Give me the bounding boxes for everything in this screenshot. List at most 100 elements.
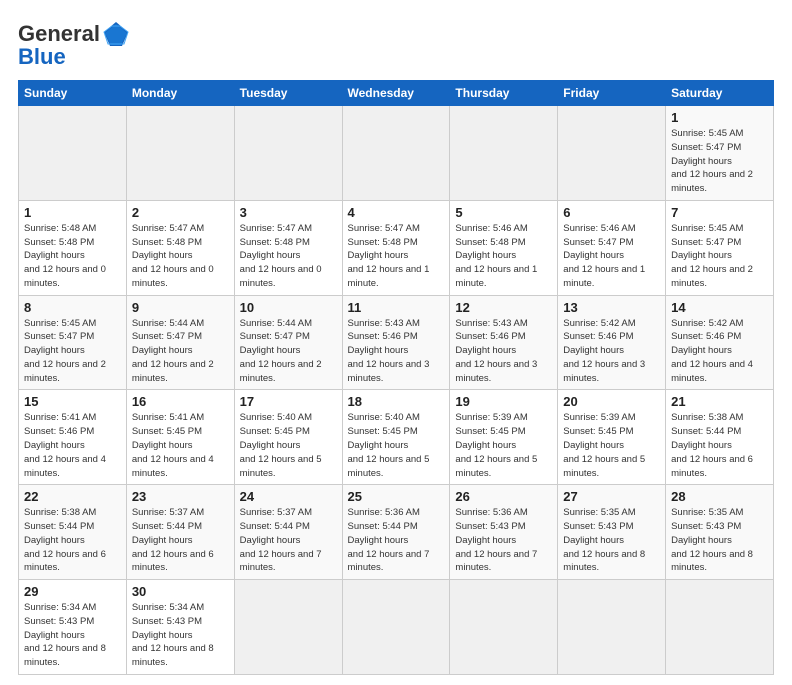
calendar-cell: 19 Sunrise: 5:39 AMSunset: 5:45 PMDaylig…: [450, 390, 558, 485]
calendar-cell: 10 Sunrise: 5:44 AMSunset: 5:47 PMDaylig…: [234, 295, 342, 390]
calendar-cell: 18 Sunrise: 5:40 AMSunset: 5:45 PMDaylig…: [342, 390, 450, 485]
day-number: 8: [24, 300, 121, 315]
calendar-cell: 21 Sunrise: 5:38 AMSunset: 5:44 PMDaylig…: [666, 390, 774, 485]
day-number: 15: [24, 394, 121, 409]
weekday-thursday: Thursday: [450, 81, 558, 106]
day-info: Sunrise: 5:43 AMSunset: 5:46 PMDaylight …: [348, 318, 430, 384]
calendar-cell: [234, 580, 342, 675]
weekday-sunday: Sunday: [19, 81, 127, 106]
calendar-cell: 27 Sunrise: 5:35 AMSunset: 5:43 PMDaylig…: [558, 485, 666, 580]
calendar-cell: 4 Sunrise: 5:47 AMSunset: 5:48 PMDayligh…: [342, 200, 450, 295]
day-info: Sunrise: 5:46 AMSunset: 5:48 PMDaylight …: [455, 223, 537, 289]
calendar-cell: 9 Sunrise: 5:44 AMSunset: 5:47 PMDayligh…: [126, 295, 234, 390]
calendar-cell: 13 Sunrise: 5:42 AMSunset: 5:46 PMDaylig…: [558, 295, 666, 390]
day-info: Sunrise: 5:40 AMSunset: 5:45 PMDaylight …: [240, 412, 322, 478]
day-info: Sunrise: 5:48 AMSunset: 5:48 PMDaylight …: [24, 223, 106, 289]
calendar-cell: 6 Sunrise: 5:46 AMSunset: 5:47 PMDayligh…: [558, 200, 666, 295]
day-number: 28: [671, 489, 768, 504]
calendar-cell: 12 Sunrise: 5:43 AMSunset: 5:46 PMDaylig…: [450, 295, 558, 390]
calendar-cell: 7 Sunrise: 5:45 AMSunset: 5:47 PMDayligh…: [666, 200, 774, 295]
calendar-cell: 5 Sunrise: 5:46 AMSunset: 5:48 PMDayligh…: [450, 200, 558, 295]
calendar-cell: 1 Sunrise: 5:45 AMSunset: 5:47 PMDayligh…: [666, 106, 774, 201]
day-number: 14: [671, 300, 768, 315]
calendar-cell: 11 Sunrise: 5:43 AMSunset: 5:46 PMDaylig…: [342, 295, 450, 390]
calendar-cell: 15 Sunrise: 5:41 AMSunset: 5:46 PMDaylig…: [19, 390, 127, 485]
day-number: 1: [671, 110, 768, 125]
day-info: Sunrise: 5:37 AMSunset: 5:44 PMDaylight …: [240, 507, 322, 573]
day-info: Sunrise: 5:45 AMSunset: 5:47 PMDaylight …: [671, 128, 753, 194]
calendar-cell: 14 Sunrise: 5:42 AMSunset: 5:46 PMDaylig…: [666, 295, 774, 390]
week-row-4: 22 Sunrise: 5:38 AMSunset: 5:44 PMDaylig…: [19, 485, 774, 580]
calendar-cell: 16 Sunrise: 5:41 AMSunset: 5:45 PMDaylig…: [126, 390, 234, 485]
day-number: 24: [240, 489, 337, 504]
day-info: Sunrise: 5:37 AMSunset: 5:44 PMDaylight …: [132, 507, 214, 573]
day-number: 1: [24, 205, 121, 220]
day-number: 6: [563, 205, 660, 220]
calendar-cell: 17 Sunrise: 5:40 AMSunset: 5:45 PMDaylig…: [234, 390, 342, 485]
calendar-cell: 30 Sunrise: 5:34 AMSunset: 5:43 PMDaylig…: [126, 580, 234, 675]
day-info: Sunrise: 5:47 AMSunset: 5:48 PMDaylight …: [132, 223, 214, 289]
day-number: 18: [348, 394, 445, 409]
day-info: Sunrise: 5:45 AMSunset: 5:47 PMDaylight …: [671, 223, 753, 289]
calendar-cell: [558, 580, 666, 675]
day-number: 29: [24, 584, 121, 599]
calendar-cell: 3 Sunrise: 5:47 AMSunset: 5:48 PMDayligh…: [234, 200, 342, 295]
day-info: Sunrise: 5:36 AMSunset: 5:43 PMDaylight …: [455, 507, 537, 573]
day-number: 10: [240, 300, 337, 315]
day-number: 21: [671, 394, 768, 409]
calendar-cell: [342, 580, 450, 675]
day-info: Sunrise: 5:35 AMSunset: 5:43 PMDaylight …: [671, 507, 753, 573]
day-number: 13: [563, 300, 660, 315]
day-number: 12: [455, 300, 552, 315]
day-number: 16: [132, 394, 229, 409]
logo-icon: [100, 18, 132, 50]
day-number: 26: [455, 489, 552, 504]
day-info: Sunrise: 5:41 AMSunset: 5:46 PMDaylight …: [24, 412, 106, 478]
day-info: Sunrise: 5:44 AMSunset: 5:47 PMDaylight …: [132, 318, 214, 384]
day-info: Sunrise: 5:41 AMSunset: 5:45 PMDaylight …: [132, 412, 214, 478]
day-number: 19: [455, 394, 552, 409]
calendar-body: 1 Sunrise: 5:45 AMSunset: 5:47 PMDayligh…: [19, 106, 774, 675]
day-number: 17: [240, 394, 337, 409]
calendar-cell: [450, 106, 558, 201]
day-number: 5: [455, 205, 552, 220]
day-info: Sunrise: 5:35 AMSunset: 5:43 PMDaylight …: [563, 507, 645, 573]
day-info: Sunrise: 5:46 AMSunset: 5:47 PMDaylight …: [563, 223, 645, 289]
day-number: 2: [132, 205, 229, 220]
day-info: Sunrise: 5:43 AMSunset: 5:46 PMDaylight …: [455, 318, 537, 384]
page: General Blue SundayMondayTuesdayWednesda…: [0, 0, 792, 685]
week-row-3: 15 Sunrise: 5:41 AMSunset: 5:46 PMDaylig…: [19, 390, 774, 485]
day-info: Sunrise: 5:42 AMSunset: 5:46 PMDaylight …: [671, 318, 753, 384]
calendar-cell: 2 Sunrise: 5:47 AMSunset: 5:48 PMDayligh…: [126, 200, 234, 295]
weekday-tuesday: Tuesday: [234, 81, 342, 106]
calendar-cell: 26 Sunrise: 5:36 AMSunset: 5:43 PMDaylig…: [450, 485, 558, 580]
day-info: Sunrise: 5:39 AMSunset: 5:45 PMDaylight …: [455, 412, 537, 478]
weekday-header-row: SundayMondayTuesdayWednesdayThursdayFrid…: [19, 81, 774, 106]
day-number: 30: [132, 584, 229, 599]
calendar-cell: [19, 106, 127, 201]
calendar-cell: 20 Sunrise: 5:39 AMSunset: 5:45 PMDaylig…: [558, 390, 666, 485]
day-info: Sunrise: 5:44 AMSunset: 5:47 PMDaylight …: [240, 318, 322, 384]
day-info: Sunrise: 5:45 AMSunset: 5:47 PMDaylight …: [24, 318, 106, 384]
calendar-cell: 22 Sunrise: 5:38 AMSunset: 5:44 PMDaylig…: [19, 485, 127, 580]
calendar-cell: 25 Sunrise: 5:36 AMSunset: 5:44 PMDaylig…: [342, 485, 450, 580]
calendar-cell: [342, 106, 450, 201]
day-number: 4: [348, 205, 445, 220]
day-info: Sunrise: 5:39 AMSunset: 5:45 PMDaylight …: [563, 412, 645, 478]
calendar-cell: 8 Sunrise: 5:45 AMSunset: 5:47 PMDayligh…: [19, 295, 127, 390]
logo: General Blue: [18, 18, 132, 70]
header: General Blue: [18, 18, 774, 70]
day-info: Sunrise: 5:36 AMSunset: 5:44 PMDaylight …: [348, 507, 430, 573]
day-number: 22: [24, 489, 121, 504]
day-number: 25: [348, 489, 445, 504]
calendar-cell: [450, 580, 558, 675]
day-number: 20: [563, 394, 660, 409]
calendar-cell: 28 Sunrise: 5:35 AMSunset: 5:43 PMDaylig…: [666, 485, 774, 580]
day-number: 11: [348, 300, 445, 315]
calendar-cell: [558, 106, 666, 201]
week-row-5: 29 Sunrise: 5:34 AMSunset: 5:43 PMDaylig…: [19, 580, 774, 675]
day-info: Sunrise: 5:38 AMSunset: 5:44 PMDaylight …: [671, 412, 753, 478]
day-info: Sunrise: 5:42 AMSunset: 5:46 PMDaylight …: [563, 318, 645, 384]
week-row-2: 8 Sunrise: 5:45 AMSunset: 5:47 PMDayligh…: [19, 295, 774, 390]
calendar-cell: [234, 106, 342, 201]
